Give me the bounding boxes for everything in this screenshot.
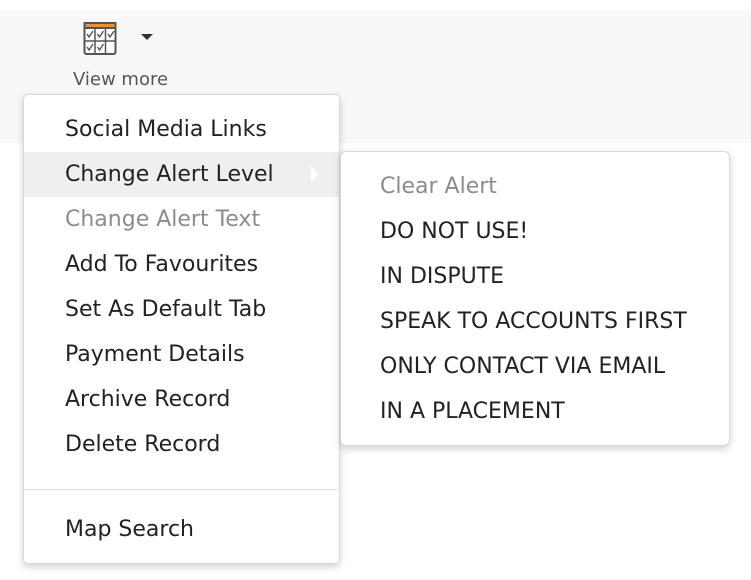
submenu-item-clear-alert: Clear Alert	[380, 174, 497, 199]
submenu-item-do-not-use[interactable]: DO NOT USE!	[341, 209, 729, 254]
submenu-arrow-icon	[311, 166, 319, 182]
menu-divider	[24, 489, 339, 490]
menu-item-set-as-default-tab[interactable]: Set As Default Tab	[24, 287, 339, 332]
caret-down-icon[interactable]	[141, 34, 153, 40]
view-more-button[interactable]: View more	[66, 16, 184, 92]
menu-item-change-alert-level[interactable]: Change Alert Level	[24, 152, 339, 197]
menu-item-label: Change Alert Level	[65, 162, 274, 187]
menu-item-social-media-links[interactable]: Social Media Links	[24, 107, 339, 152]
menu-item-archive-record[interactable]: Archive Record	[24, 377, 339, 422]
alert-level-submenu: Clear Alert DO NOT USE! IN DISPUTE SPEAK…	[340, 151, 730, 446]
calendar-check-icon	[83, 22, 117, 55]
submenu-item-only-contact-via-email[interactable]: ONLY CONTACT VIA EMAIL	[341, 344, 729, 389]
menu-item-add-to-favourites[interactable]: Add To Favourites	[24, 242, 339, 287]
menu-item-map-search[interactable]: Map Search	[24, 507, 339, 552]
view-more-label: View more	[73, 69, 169, 90]
submenu-item-speak-to-accounts-first[interactable]: SPEAK TO ACCOUNTS FIRST	[341, 299, 729, 344]
view-more-menu: Social Media Links Change Alert Level Ch…	[23, 94, 340, 564]
menu-item-delete-record[interactable]: Delete Record	[24, 422, 339, 467]
menu-item-payment-details[interactable]: Payment Details	[24, 332, 339, 377]
menu-item-change-alert-text: Change Alert Text	[65, 207, 261, 232]
submenu-item-in-a-placement[interactable]: IN A PLACEMENT	[341, 389, 729, 434]
submenu-item-in-dispute[interactable]: IN DISPUTE	[341, 254, 729, 299]
